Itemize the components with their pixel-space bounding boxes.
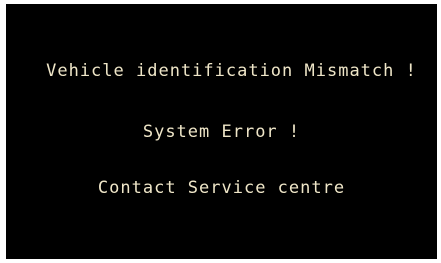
vehicle-mismatch-message: Vehicle identification Mismatch ! xyxy=(46,61,417,81)
error-display-screen: Vehicle identification Mismatch ! System… xyxy=(6,4,437,259)
system-error-message: System Error ! xyxy=(142,122,301,142)
contact-service-message: Contact Service centre xyxy=(97,178,346,198)
